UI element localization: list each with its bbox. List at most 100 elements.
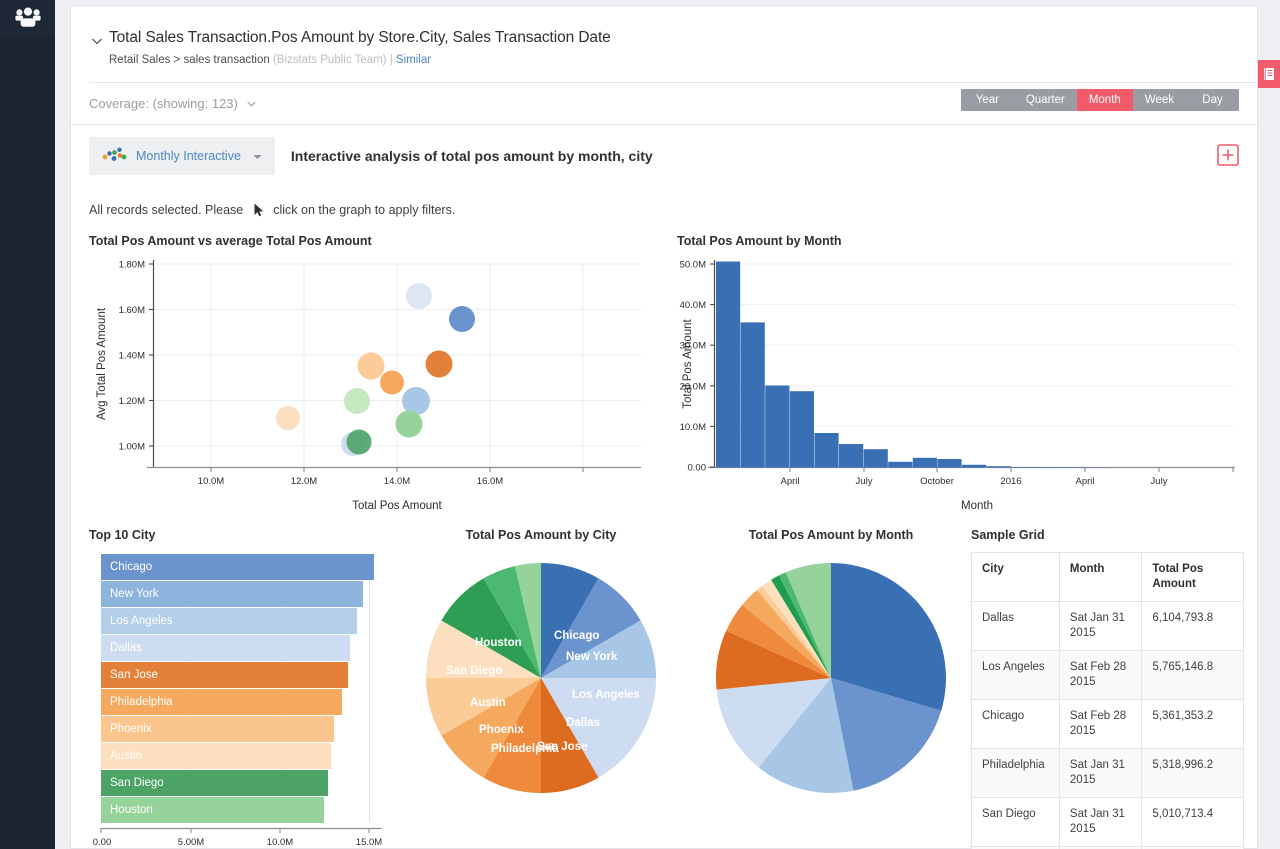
column-header-month[interactable]: Month	[1058, 552, 1143, 602]
plus-square-icon[interactable]	[1217, 144, 1239, 166]
cell-amount: 5,765,146.8	[1141, 650, 1244, 700]
users-group-icon	[14, 7, 41, 27]
list-item[interactable]: San Diego	[101, 770, 385, 796]
bar-month-chart[interactable]: 50.0M 40.0M 30.0M 20.0M 10.0M 0.00 April…	[677, 254, 1242, 516]
cell-amount: 5,010,713.4	[1141, 797, 1244, 847]
table-row[interactable]: Philadelphia Sat Jan 31 2015 5,318,996.2	[971, 748, 1244, 798]
bar-month-xlabel: Month	[961, 500, 993, 512]
list-item[interactable]: Phoenix	[101, 716, 385, 742]
bar-label: Houston	[110, 803, 153, 816]
table-row[interactable]: Chicago Sat Feb 28 2015 5,361,353.2	[971, 699, 1244, 749]
separator: |	[389, 54, 393, 66]
list-item[interactable]: New York	[101, 581, 385, 607]
scatter-chart[interactable]: 1.80M 1.60M 1.40M 1.20M 1.00M 10.0M 12.0	[89, 254, 659, 516]
pie-month-slices[interactable]	[716, 563, 946, 793]
cell-amount: 6,104,793.8	[1141, 601, 1244, 651]
scatter-points[interactable]	[276, 283, 475, 456]
table-row[interactable]: Los Angeles Sat Feb 28 2015 5,765,146.8	[971, 650, 1244, 700]
svg-text:10.0M: 10.0M	[267, 837, 293, 848]
sample-grid-table: City Month Total Pos Amount Dallas Sat J…	[971, 552, 1244, 849]
pie-city-slices[interactable]	[426, 563, 656, 793]
list-item[interactable]: Houston	[101, 797, 385, 823]
svg-text:April: April	[1075, 476, 1094, 487]
dashboard-card: Total Sales Transaction.Pos Amount by St…	[70, 5, 1258, 849]
similar-link[interactable]: Similar	[396, 54, 431, 66]
sample-grid-scroll[interactable]: City Month Total Pos Amount Dallas Sat J…	[971, 552, 1251, 849]
bar-label: Los Angeles	[110, 614, 173, 627]
list-item[interactable]: Chicago	[101, 554, 385, 580]
sample-grid-title: Sample Grid	[971, 528, 1045, 542]
list-item[interactable]: Los Angeles	[101, 608, 385, 634]
granularity-switch[interactable]: Year Quarter Month Week Day	[960, 89, 1239, 111]
dashboard-subtitle: Interactive analysis of total pos amount…	[290, 148, 653, 164]
pie-label: New York	[566, 651, 618, 663]
chevron-down-icon[interactable]	[89, 33, 105, 49]
records-note-before: All records selected. Please	[89, 203, 244, 217]
granularity-quarter[interactable]: Quarter	[1014, 89, 1077, 111]
top10-panel: Top 10 City Chicago New York Los Angeles…	[89, 528, 399, 849]
table-row[interactable]: Dallas Sat Jan 31 2015 6,104,793.8	[971, 601, 1244, 651]
cell-month: Sat Jan 31 2015	[1058, 797, 1143, 847]
coverage-row: Coverage: (showing: 123) Year Quarter Mo…	[71, 83, 1257, 124]
records-note-after: click on the graph to apply filters.	[273, 203, 456, 217]
notebook-tab[interactable]	[1258, 60, 1280, 88]
svg-text:0.00: 0.00	[93, 837, 112, 848]
svg-text:2016: 2016	[1000, 476, 1021, 487]
chart-type-selector[interactable]: Monthly Interactive	[89, 137, 275, 175]
bar-label: San Jose	[110, 668, 158, 681]
granularity-year[interactable]: Year	[961, 89, 1014, 111]
list-item[interactable]: Austin	[101, 743, 385, 769]
svg-text:1.40M: 1.40M	[119, 351, 145, 362]
top10-bars[interactable]: Chicago New York Los Angeles Dallas San …	[101, 554, 385, 824]
svg-text:July: July	[856, 476, 873, 487]
coverage-label[interactable]: Coverage: (showing: 123)	[89, 96, 238, 111]
caret-down-icon	[253, 154, 262, 159]
svg-text:12.0M: 12.0M	[291, 476, 317, 487]
cell-amount: 5,318,996.2	[1141, 748, 1244, 798]
list-item[interactable]: Philadelphia	[101, 689, 385, 715]
rail-logo-area[interactable]	[0, 0, 55, 35]
bar-series[interactable]	[716, 261, 1110, 468]
granularity-day[interactable]: Day	[1186, 89, 1239, 111]
list-item[interactable]: San Jose	[101, 662, 385, 688]
svg-text:5.00M: 5.00M	[178, 837, 204, 848]
bar-label: New York	[110, 587, 159, 600]
cell-city: Dallas	[971, 601, 1060, 651]
cell-month: Sat Jan 31 2015	[1058, 748, 1143, 798]
pie-month-panel: Total Pos Amount by Month	[701, 528, 961, 828]
breadcrumb-path[interactable]: Retail Sales > sales transaction	[109, 54, 270, 66]
chart-type-label: Monthly Interactive	[136, 149, 241, 163]
list-item[interactable]: Dallas	[101, 635, 385, 661]
cell-month: Sat Feb 28 2015	[1058, 650, 1143, 700]
table-row[interactable]: San Diego Sat Jan 31 2015 5,010,713.4	[971, 797, 1244, 847]
svg-text:15.0M: 15.0M	[356, 837, 382, 848]
svg-text:April: April	[780, 476, 799, 487]
scatter-panel: Total Pos Amount vs average Total Pos Am…	[89, 234, 659, 519]
svg-text:1.00M: 1.00M	[119, 442, 145, 453]
bar-label: Phoenix	[110, 722, 152, 735]
cell-city: Philadelphia	[971, 748, 1060, 798]
chevron-down-icon[interactable]	[245, 97, 258, 110]
sample-grid-panel: Sample Grid City Month Total Pos Amount …	[971, 528, 1256, 849]
pie-label: Dallas	[566, 717, 600, 729]
top10-chart[interactable]: Chicago New York Los Angeles Dallas San …	[89, 554, 385, 848]
records-note: All records selected. Please click on th…	[71, 197, 1257, 223]
mouse-pointer-icon	[254, 203, 264, 217]
svg-text:1.20M: 1.20M	[119, 396, 145, 407]
top10-axis: 0.00 5.00M 10.0M 15.0M	[93, 827, 382, 848]
pie-city-title: Total Pos Amount by City	[465, 528, 617, 542]
svg-text:July: July	[1151, 476, 1168, 487]
bar-label: Philadelphia	[110, 695, 173, 708]
pie-label: San Diego	[446, 665, 502, 677]
column-header-city[interactable]: City	[971, 552, 1060, 602]
granularity-week[interactable]: Week	[1133, 89, 1186, 111]
pie-month-chart[interactable]	[701, 550, 961, 818]
notebook-icon	[1263, 68, 1274, 80]
granularity-month[interactable]: Month	[1076, 89, 1133, 111]
cell-city: Los Angeles	[971, 650, 1060, 700]
svg-text:1.80M: 1.80M	[119, 260, 145, 271]
pie-city-chart[interactable]: Chicago New York Los Angeles Dallas San …	[411, 550, 671, 818]
column-header-amount[interactable]: Total Pos Amount	[1141, 552, 1244, 602]
dashboard-header: Total Sales Transaction.Pos Amount by St…	[71, 6, 1257, 83]
svg-text:40.0M: 40.0M	[680, 300, 706, 311]
